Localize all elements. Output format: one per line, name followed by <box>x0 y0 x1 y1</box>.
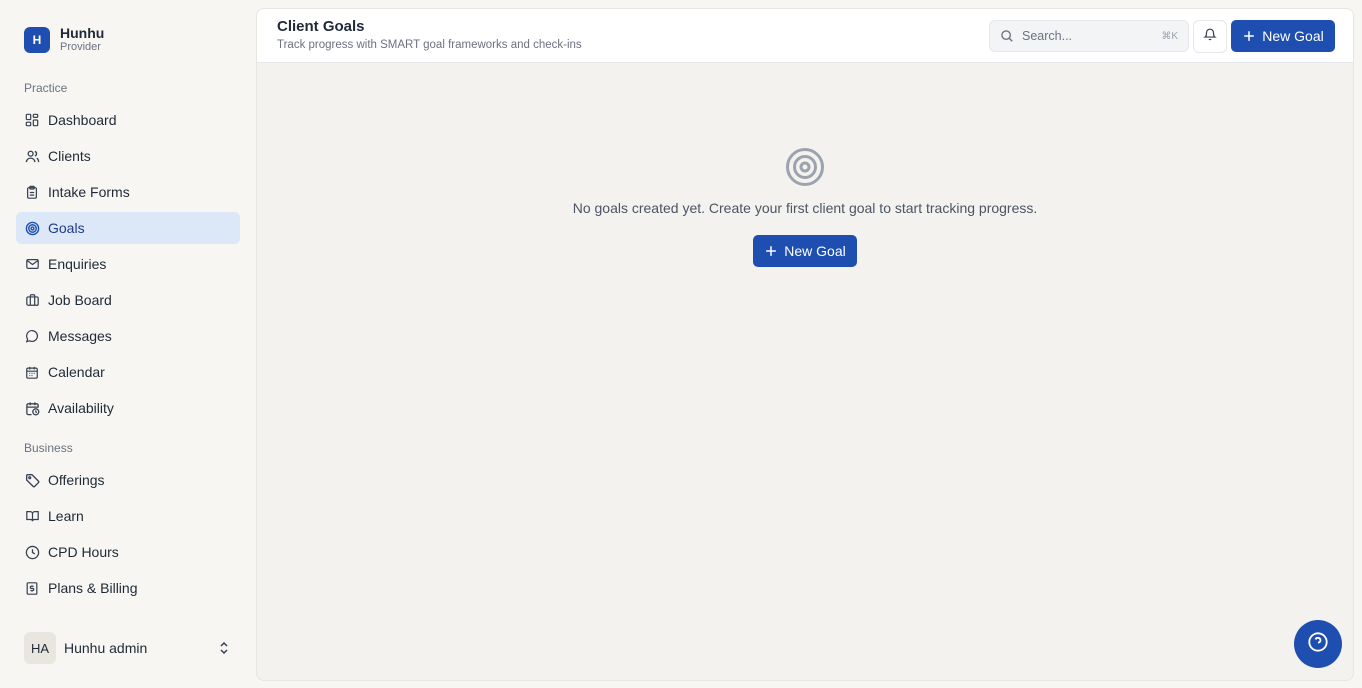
sidebar-item-learn[interactable]: Learn <box>16 500 240 532</box>
avatar: HA <box>24 632 56 664</box>
sidebar-item-label: Job Board <box>48 292 112 308</box>
sidebar-item-intake-forms[interactable]: Intake Forms <box>16 176 240 208</box>
empty-new-goal-button[interactable]: New Goal <box>753 235 857 267</box>
calendar-icon <box>24 364 40 380</box>
new-goal-label: New Goal <box>1262 28 1324 44</box>
sidebar-item-label: Offerings <box>48 472 105 488</box>
sidebar-item-label: Intake Forms <box>48 184 130 200</box>
sidebar-item-messages[interactable]: Messages <box>16 320 240 352</box>
section-label-business: Business <box>24 441 73 455</box>
sidebar-item-label: Plans & Billing <box>48 580 138 596</box>
calendar-clock-icon <box>24 400 40 416</box>
new-goal-button[interactable]: New Goal <box>1231 20 1335 52</box>
brand-logo: H <box>24 26 50 53</box>
brand-name: Hunhu <box>60 25 105 41</box>
bell-icon <box>1203 27 1217 46</box>
sidebar-item-label: Calendar <box>48 364 105 380</box>
user-menu[interactable]: HA Hunhu admin <box>16 628 240 668</box>
sidebar-item-label: Enquiries <box>48 256 107 272</box>
sidebar-item-label: Goals <box>48 220 85 236</box>
sidebar-item-cpd-hours[interactable]: CPD Hours <box>16 536 240 568</box>
sidebar-item-calendar[interactable]: Calendar <box>16 356 240 388</box>
empty-new-goal-label: New Goal <box>784 243 846 259</box>
chevron-up-down-icon <box>216 640 232 656</box>
sidebar-item-plans-billing[interactable]: Plans & Billing <box>16 572 240 604</box>
receipt-icon <box>24 580 40 596</box>
book-icon <box>24 508 40 524</box>
sidebar-item-clients[interactable]: Clients <box>16 140 240 172</box>
help-button[interactable] <box>1294 620 1342 668</box>
clock-icon <box>24 544 40 560</box>
mail-icon <box>24 256 40 272</box>
sidebar-item-availability[interactable]: Availability <box>16 392 240 424</box>
sidebar-item-enquiries[interactable]: Enquiries <box>16 248 240 280</box>
search-input[interactable]: Search... ⌘K <box>989 20 1189 52</box>
empty-state-message: No goals created yet. Create your first … <box>572 200 1038 216</box>
sidebar-item-label: CPD Hours <box>48 544 119 560</box>
target-icon <box>24 220 40 236</box>
sidebar-item-label: Availability <box>48 400 114 416</box>
page-title: Client Goals <box>277 18 365 35</box>
brand[interactable]: H Hunhu Provider <box>24 26 104 53</box>
brand-subtitle: Provider <box>60 41 101 53</box>
clipboard-icon <box>24 184 40 200</box>
plus-icon <box>1242 29 1256 43</box>
sidebar-item-label: Clients <box>48 148 91 164</box>
user-name: Hunhu admin <box>64 640 148 656</box>
sidebar-item-label: Messages <box>48 328 112 344</box>
search-icon <box>1000 29 1014 43</box>
target-icon <box>785 147 825 187</box>
page-subtitle: Track progress with SMART goal framework… <box>277 39 582 51</box>
briefcase-icon <box>24 292 40 308</box>
search-placeholder: Search... <box>1022 29 1073 43</box>
plus-icon <box>764 244 778 258</box>
search-shortcut: ⌘K <box>1161 30 1178 42</box>
sidebar-item-job-board[interactable]: Job Board <box>16 284 240 316</box>
dashboard-icon <box>24 112 40 128</box>
tag-icon <box>24 472 40 488</box>
sidebar-item-offerings[interactable]: Offerings <box>16 464 240 496</box>
notifications-button[interactable] <box>1193 20 1227 53</box>
sidebar-item-label: Learn <box>48 508 84 524</box>
users-icon <box>24 148 40 164</box>
sidebar-item-goals[interactable]: Goals <box>16 212 240 244</box>
header: Client Goals Track progress with SMART g… <box>257 9 1353 63</box>
help-icon <box>1307 631 1329 658</box>
sidebar-item-label: Dashboard <box>48 112 117 128</box>
sidebar-item-dashboard[interactable]: Dashboard <box>16 104 240 136</box>
chat-icon <box>24 328 40 344</box>
section-label-practice: Practice <box>24 81 68 95</box>
sidebar: H Hunhu Provider Practice Dashboard Clie… <box>0 0 256 688</box>
main-content: Client Goals Track progress with SMART g… <box>256 8 1354 681</box>
